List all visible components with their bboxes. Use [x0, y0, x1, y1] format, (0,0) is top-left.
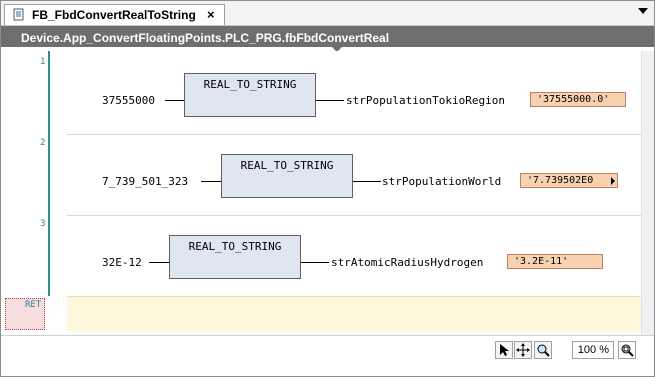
- network-1-output-wire: [316, 100, 344, 101]
- network-1-block[interactable]: REAL_TO_STRING: [184, 73, 316, 117]
- pan-icon[interactable]: [514, 341, 532, 359]
- network-2-input[interactable]: 7_739_501_323: [102, 175, 188, 188]
- close-icon[interactable]: ×: [207, 7, 215, 22]
- network-2-block[interactable]: REAL_TO_STRING: [221, 154, 353, 198]
- network-3-input-wire: [149, 262, 169, 263]
- network-3-input[interactable]: 32E-12: [102, 256, 142, 269]
- vertical-scrollbar[interactable]: [641, 51, 654, 335]
- network-1-block-title: REAL_TO_STRING: [203, 78, 297, 91]
- document-icon: [13, 8, 24, 21]
- pointer-icon[interactable]: [495, 341, 513, 359]
- network-1-input-wire: [165, 100, 184, 101]
- network-1-value: '37555000.0': [537, 94, 610, 105]
- dropdown-icon[interactable]: [638, 8, 648, 14]
- network-2-output[interactable]: strPopulationWorld: [382, 175, 501, 188]
- network-3-output[interactable]: strAtomicRadiusHydrogen: [331, 256, 483, 269]
- network-separator: [67, 134, 641, 135]
- network-3-block-title: REAL_TO_STRING: [188, 240, 282, 253]
- network-separator: [67, 215, 641, 216]
- tab-fb-fbdconvertrealtostring[interactable]: FB_FbdConvertRealToString ×: [4, 4, 225, 25]
- status-bar: 100 %: [1, 336, 654, 376]
- network-3-block[interactable]: REAL_TO_STRING: [169, 235, 301, 279]
- gutter-line: [48, 51, 50, 296]
- network-2-output-wire: [353, 181, 381, 182]
- network-3-value: '3.2E-11': [514, 256, 569, 267]
- network-1-input[interactable]: 37555000: [102, 94, 155, 107]
- network-2-block-title: REAL_TO_STRING: [240, 159, 334, 172]
- zoom-icon[interactable]: [534, 341, 552, 359]
- expand-arrow-icon[interactable]: [611, 177, 615, 185]
- network-gutter: [1, 51, 49, 335]
- network-2-input-wire: [201, 181, 221, 182]
- network-number-2: 2: [40, 138, 46, 148]
- ret-label: RET: [25, 300, 42, 310]
- network-number-1: 1: [40, 57, 46, 67]
- network-3-value-badge: '3.2E-11': [507, 254, 603, 269]
- network-number-3: 3: [40, 219, 46, 229]
- network-2-value: '7.739502E0: [527, 175, 594, 186]
- network-2-value-badge: '7.739502E0: [520, 173, 618, 188]
- ret-network[interactable]: [67, 296, 641, 332]
- zoom-fit-icon[interactable]: [618, 341, 636, 359]
- network-3-output-wire: [301, 262, 329, 263]
- tab-title: FB_FbdConvertRealToString: [32, 8, 196, 22]
- fbd-editor[interactable]: 1 37555000 REAL_TO_STRING strPopulationT…: [1, 51, 641, 335]
- network-1-value-badge: '37555000.0': [530, 92, 626, 107]
- editor-window: FB_FbdConvertRealToString × Device.App_C…: [0, 0, 655, 377]
- network-1-output[interactable]: strPopulationTokioRegion: [346, 94, 505, 107]
- breadcrumb: Device.App_ConvertFloatingPoints.PLC_PRG…: [1, 26, 654, 47]
- zoom-level-field[interactable]: 100 %: [572, 341, 614, 359]
- tab-bar: FB_FbdConvertRealToString ×: [1, 1, 654, 26]
